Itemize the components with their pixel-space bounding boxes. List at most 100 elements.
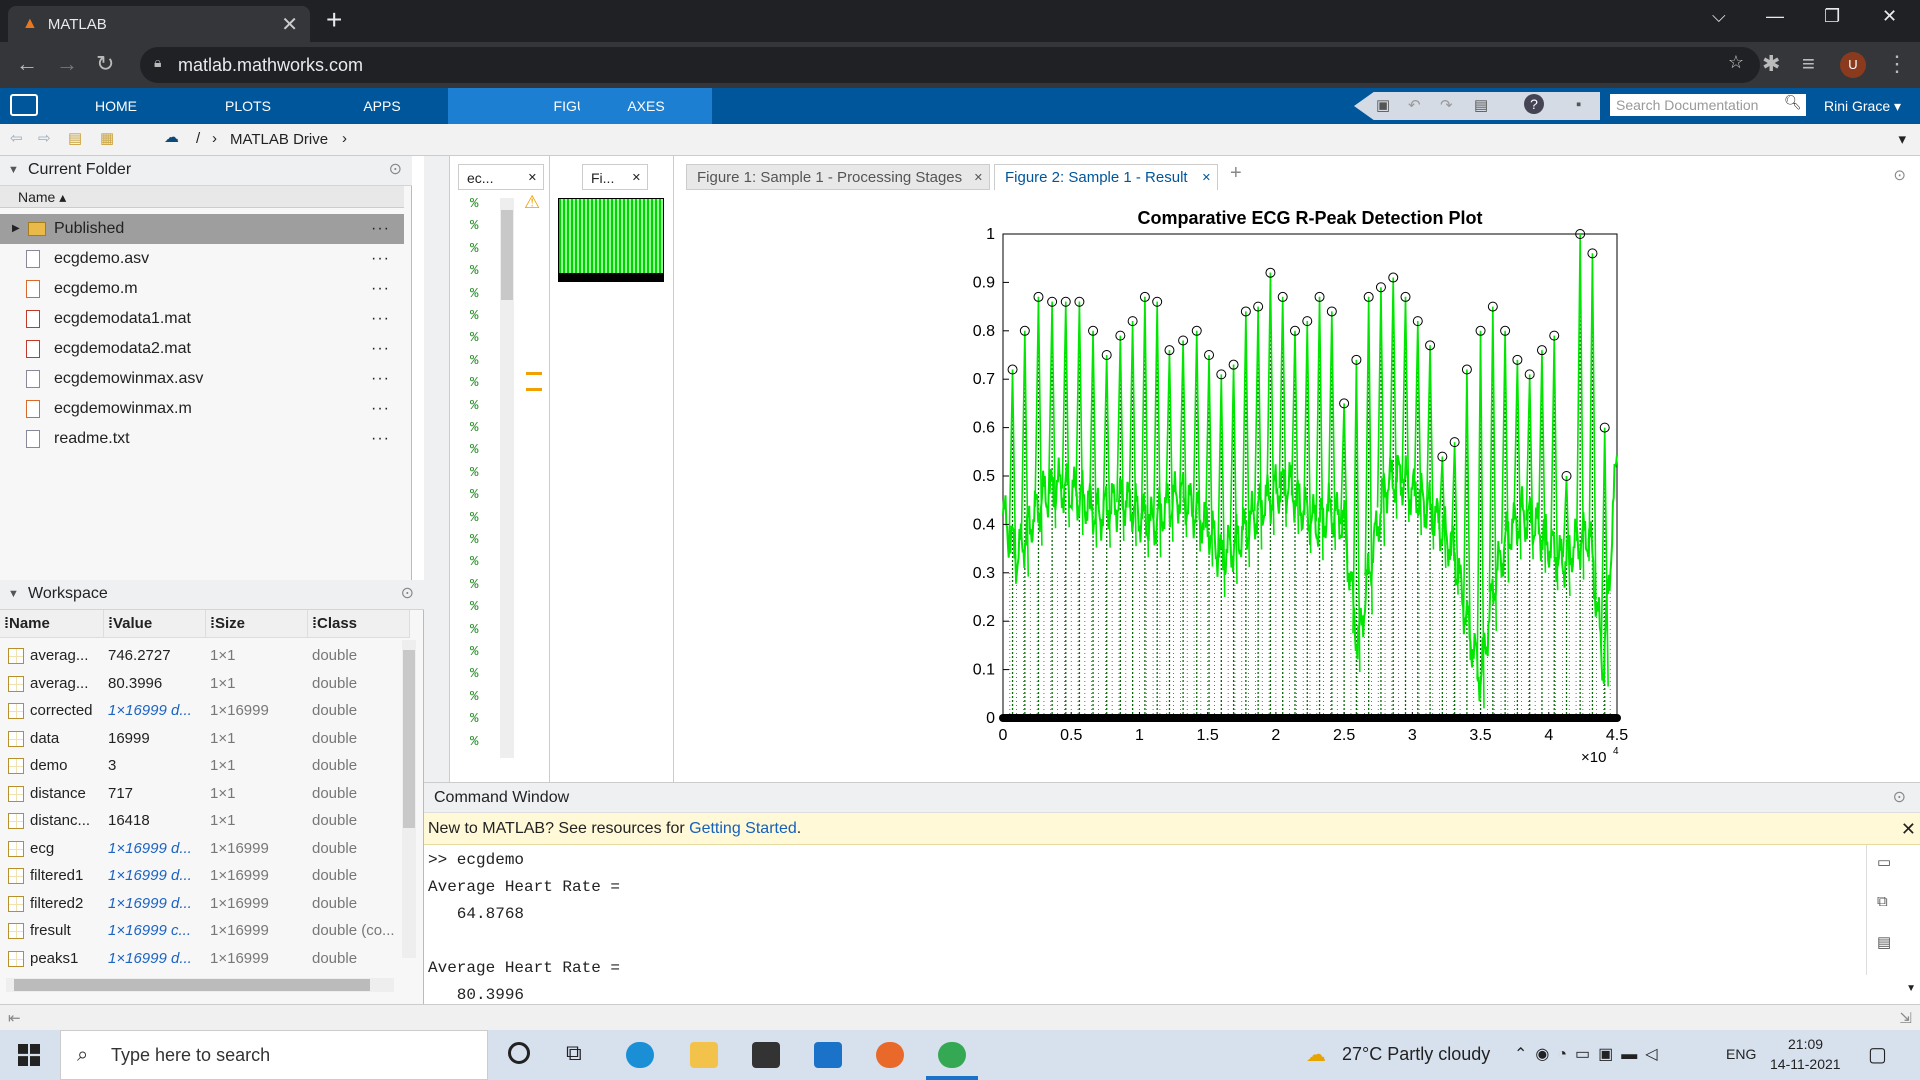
- comment-line[interactable]: %: [470, 644, 478, 660]
- add-figure-tab-button[interactable]: +: [1230, 162, 1242, 185]
- command-output[interactable]: >> ecgdemo Average Heart Rate = 64.8768 A…: [428, 847, 620, 1009]
- col-class[interactable]: ⁞Class: [308, 610, 410, 638]
- ribbon-tab-apps[interactable]: APPS: [332, 88, 432, 124]
- workspace-row[interactable]: distance 717 1×1 double: [0, 780, 400, 807]
- code-analyzer-mark-2[interactable]: [526, 388, 542, 391]
- workspace-row[interactable]: distanc... 16418 1×1 double: [0, 807, 400, 834]
- comment-line[interactable]: %: [470, 286, 478, 302]
- collapse-icon[interactable]: ▼: [8, 580, 19, 608]
- more-options-icon[interactable]: ···: [371, 244, 390, 274]
- code-analyzer-mark[interactable]: [526, 372, 542, 375]
- firefox-icon[interactable]: [876, 1042, 904, 1068]
- status-resize-icon[interactable]: ⇲: [1899, 1009, 1912, 1027]
- minimize-button[interactable]: —: [1766, 6, 1784, 27]
- comment-line[interactable]: %: [470, 532, 478, 548]
- chrome-menu-icon[interactable]: ⋮: [1886, 51, 1908, 77]
- col-name[interactable]: ⁞Name: [0, 610, 104, 638]
- comment-line[interactable]: %: [470, 263, 478, 279]
- figure-thumb-tab[interactable]: Fi... ✕: [582, 164, 648, 190]
- cloud-icon[interactable]: ☁: [164, 128, 179, 146]
- workspace-hscroll[interactable]: [6, 978, 394, 992]
- comment-line[interactable]: %: [470, 734, 478, 750]
- comment-line[interactable]: %: [470, 554, 478, 570]
- folder-item[interactable]: ecgdemowinmax.asv ···: [0, 364, 404, 394]
- extensions-icon[interactable]: ✱: [1762, 51, 1780, 77]
- print-icon[interactable]: ▭: [1877, 853, 1891, 871]
- folder-item[interactable]: readme.txt ···: [0, 424, 404, 454]
- figure-tab[interactable]: Figure 2: Sample 1 - Result ✕: [994, 164, 1218, 190]
- save-icon[interactable]: ▣: [1376, 96, 1390, 114]
- matlab-app-icon[interactable]: [10, 94, 38, 116]
- comment-line[interactable]: %: [470, 689, 478, 705]
- panel-options-icon[interactable]: ⊙: [401, 580, 414, 608]
- file-explorer-icon[interactable]: [690, 1042, 718, 1068]
- more-options-icon[interactable]: ···: [371, 304, 390, 334]
- ribbon-tab-plots[interactable]: PLOTS: [198, 88, 298, 124]
- comment-line[interactable]: %: [470, 666, 478, 682]
- close-banner-icon[interactable]: ✕: [1901, 813, 1916, 845]
- workspace-header[interactable]: ▼ Workspace ⊙: [0, 580, 424, 610]
- new-tab-button[interactable]: +: [326, 4, 342, 36]
- layout-icon[interactable]: ▤: [1474, 96, 1488, 114]
- comment-line[interactable]: %: [470, 577, 478, 593]
- workspace-row[interactable]: averag... 80.3996 1×1 double: [0, 670, 400, 697]
- scroll-thumb[interactable]: [403, 650, 415, 828]
- hscroll-thumb[interactable]: [14, 979, 370, 991]
- path-dropdown-icon[interactable]: ▾: [1898, 130, 1906, 148]
- workspace-row[interactable]: filtered1 1×16999 d... 1×16999 double: [0, 862, 400, 889]
- more-options-icon[interactable]: ···: [371, 364, 390, 394]
- expand-icon[interactable]: ▶: [12, 214, 20, 244]
- folder-item[interactable]: ▶ Published ···: [0, 214, 404, 244]
- back-icon[interactable]: ←: [16, 51, 38, 77]
- col-size[interactable]: ⁞Size: [206, 610, 308, 638]
- workspace-row[interactable]: demo 3 1×1 double: [0, 752, 400, 779]
- getting-started-link[interactable]: Getting Started: [689, 820, 797, 837]
- reload-icon[interactable]: ↻: [96, 51, 114, 77]
- tab-search-icon[interactable]: ⌵: [1712, 6, 1726, 27]
- more-options-icon[interactable]: ···: [371, 214, 390, 244]
- comment-line[interactable]: %: [470, 442, 478, 458]
- help-icon[interactable]: ?: [1524, 94, 1544, 114]
- reading-list-icon[interactable]: ≡: [1802, 51, 1815, 77]
- language-indicator[interactable]: ENG: [1726, 1046, 1756, 1062]
- more-options-icon[interactable]: ···: [371, 274, 390, 304]
- comment-line[interactable]: %: [470, 218, 478, 234]
- figure-options-icon[interactable]: ⊙: [1893, 166, 1906, 184]
- clock-time[interactable]: 21:09: [1788, 1036, 1823, 1052]
- redo-icon[interactable]: ↷: [1440, 96, 1453, 114]
- workspace-row[interactable]: ecg 1×16999 d... 1×16999 double: [0, 835, 400, 862]
- clock-date[interactable]: 14-11-2021: [1770, 1056, 1841, 1072]
- status-toggle-icon[interactable]: ⇤: [8, 1009, 21, 1027]
- current-folder-header[interactable]: ▼ Current Folder ⊙: [0, 156, 412, 186]
- warning-icon[interactable]: ⚠: [524, 192, 540, 213]
- comment-line[interactable]: %: [470, 622, 478, 638]
- panel-options-icon[interactable]: ⊙: [1893, 783, 1906, 813]
- workspace-row[interactable]: fresult 1×16999 c... 1×16999 double (co...: [0, 917, 400, 944]
- folder-item[interactable]: ecgdemo.m ···: [0, 274, 404, 304]
- comment-line[interactable]: %: [470, 510, 478, 526]
- forward-folder-icon[interactable]: ⇨: [38, 129, 51, 147]
- notification-icon[interactable]: ▢: [1868, 1042, 1887, 1067]
- edge-icon[interactable]: [626, 1042, 654, 1068]
- chrome-icon[interactable]: [938, 1042, 966, 1068]
- folder-item[interactable]: ecgdemodata2.mat ···: [0, 334, 404, 364]
- user-menu[interactable]: Rini Grace ▾: [1824, 88, 1901, 124]
- browse-folder-icon[interactable]: ▦: [100, 129, 114, 147]
- figure-thumbnail-plot[interactable]: [558, 198, 664, 282]
- browser-tab-matlab[interactable]: ▲ MATLAB ✕: [8, 6, 310, 42]
- comment-line[interactable]: %: [470, 420, 478, 436]
- close-window-button[interactable]: ✕: [1882, 6, 1897, 27]
- address-bar[interactable]: 🔒︎ matlab.mathworks.com ☆: [140, 47, 1760, 83]
- close-thumb-tab-icon[interactable]: ✕: [632, 165, 641, 191]
- workspace-row[interactable]: corrected 1×16999 d... 1×16999 double: [0, 697, 400, 724]
- close-editor-tab-icon[interactable]: ✕: [528, 165, 537, 191]
- comment-line[interactable]: %: [470, 196, 478, 212]
- workspace-row[interactable]: peaks1 1×16999 d... 1×16999 double: [0, 945, 400, 972]
- comment-line[interactable]: %: [470, 487, 478, 503]
- profile-avatar[interactable]: U: [1840, 52, 1866, 78]
- editor-tab[interactable]: ec... ✕: [458, 164, 544, 190]
- search-documentation-input[interactable]: Search Documentation: [1610, 94, 1806, 116]
- cmd-scroll-down-icon[interactable]: ▼: [1906, 983, 1916, 994]
- search-icon[interactable]: 🔍︎: [1784, 94, 1802, 111]
- panel-options-icon[interactable]: ⊙: [389, 156, 402, 184]
